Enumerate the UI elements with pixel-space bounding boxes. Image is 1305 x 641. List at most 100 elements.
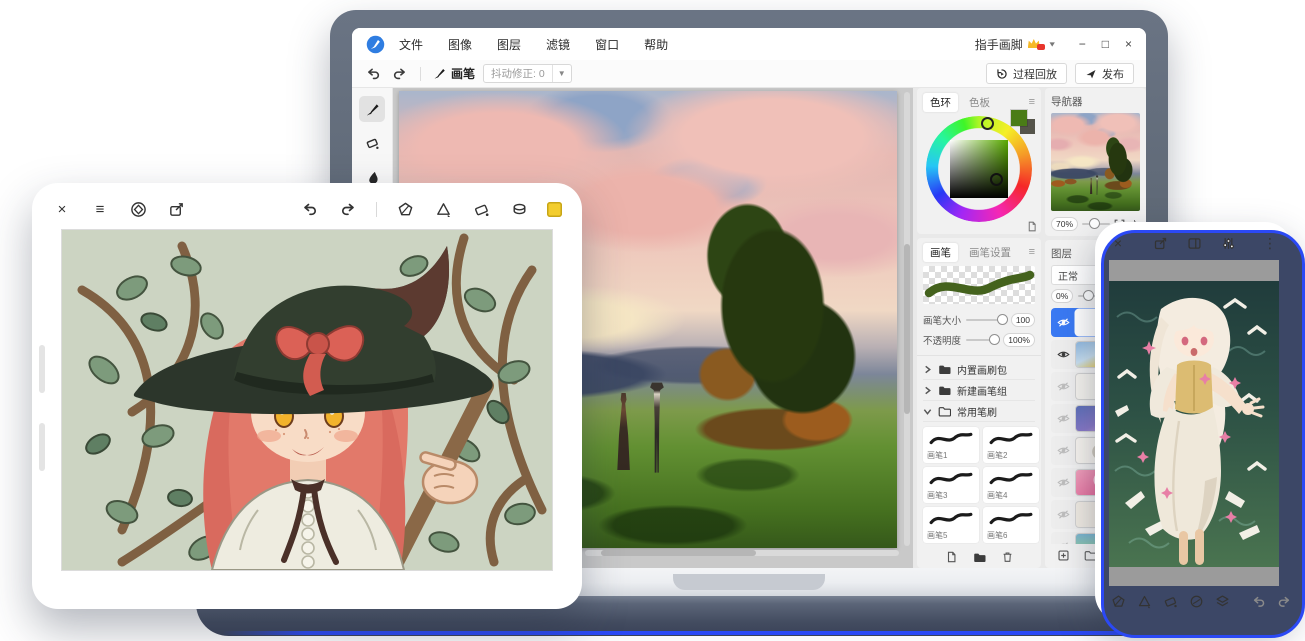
menu-item[interactable]: 窗口 <box>595 36 619 53</box>
foreground-background-swatches[interactable] <box>1011 110 1035 134</box>
redo-icon[interactable] <box>1277 592 1291 610</box>
brush-stroke-icon <box>986 509 1036 527</box>
menu-icon[interactable]: ≡ <box>90 199 110 219</box>
vertical-scrollbar[interactable] <box>904 92 910 546</box>
navigator-thumbnail[interactable] <box>1051 113 1140 211</box>
panel-menu-icon[interactable]: ≡ <box>1029 97 1035 108</box>
blur-icon[interactable] <box>1189 592 1204 610</box>
brush-group-row[interactable]: 新建画笔组 <box>923 380 1035 401</box>
panel-column-color-brush: 色环 色板 ≡ <box>917 88 1041 568</box>
sliders-icon[interactable] <box>1219 234 1237 252</box>
brush-size-row: 画笔大小 100 <box>923 313 1035 327</box>
zoom-slider[interactable] <box>1082 223 1110 225</box>
eye-hidden-icon[interactable] <box>1054 445 1072 456</box>
export-icon[interactable] <box>1151 234 1169 252</box>
replay-icon <box>996 68 1008 80</box>
panel-menu-icon[interactable]: ≡ <box>1029 247 1035 258</box>
brush-group-row[interactable]: 常用笔刷 <box>923 401 1035 422</box>
process-replay-label: 过程回放 <box>1013 66 1057 82</box>
eraser-icon[interactable] <box>471 199 491 219</box>
brush-opacity-value[interactable]: 100% <box>1003 333 1035 347</box>
undo-icon[interactable] <box>1252 592 1266 610</box>
layer-opacity-value[interactable]: 0% <box>1051 289 1073 303</box>
chevron-right-icon[interactable] <box>923 386 932 395</box>
tab-color-wheel[interactable]: 色环 <box>923 93 958 112</box>
tab-brush[interactable]: 画笔 <box>923 243 958 262</box>
minimize-button[interactable]: − <box>1079 38 1086 50</box>
maximize-button[interactable]: □ <box>1102 38 1109 50</box>
foreground-color-swatch[interactable] <box>1011 110 1027 126</box>
publish-button[interactable]: 发布 <box>1075 63 1134 84</box>
brush-group-row[interactable]: 内置画刷包 <box>923 359 1035 380</box>
horizontal-scrollbar-thumb[interactable] <box>601 550 756 556</box>
brush-tile-label: 画笔3 <box>927 490 947 501</box>
kebab-menu-icon[interactable]: ⋮ <box>1261 234 1279 252</box>
tablet-side-button <box>39 423 45 471</box>
brush-tile[interactable]: 画笔4 <box>983 467 1039 503</box>
brush-tile[interactable]: 画笔6 <box>983 507 1039 543</box>
undo-button[interactable] <box>364 66 382 82</box>
close-icon[interactable]: × <box>1109 234 1127 252</box>
tablet-device: × ≡ <box>32 183 582 609</box>
redo-icon[interactable] <box>338 199 358 219</box>
close-icon[interactable]: × <box>52 199 72 219</box>
brush-tile[interactable]: 画笔1 <box>923 427 979 463</box>
tablet-canvas[interactable] <box>62 230 552 570</box>
layers-panel-icon[interactable] <box>1185 234 1203 252</box>
menu-item[interactable]: 滤镜 <box>546 36 570 53</box>
folder-icon <box>938 364 951 375</box>
pen-icon[interactable] <box>433 199 453 219</box>
new-brush-icon[interactable] <box>946 551 957 563</box>
new-swatch-icon[interactable] <box>1027 221 1037 232</box>
sv-handle[interactable] <box>990 173 1003 186</box>
eye-hidden-icon[interactable] <box>1054 317 1072 328</box>
export-icon[interactable] <box>166 199 186 219</box>
phone-canvas[interactable] <box>1109 260 1279 586</box>
close-button[interactable]: × <box>1125 38 1132 50</box>
brush-tool-button[interactable] <box>359 96 385 122</box>
account-menu[interactable]: 指手画脚 ▼ <box>975 36 1057 53</box>
folder-icon[interactable] <box>973 552 986 563</box>
trash-icon[interactable] <box>1002 551 1013 563</box>
menu-item[interactable]: 文件 <box>399 36 423 53</box>
eraser-icon[interactable] <box>1163 592 1178 610</box>
color-swatch[interactable] <box>547 202 562 217</box>
eye-hidden-icon[interactable] <box>1054 381 1072 392</box>
undo-icon[interactable] <box>300 199 320 219</box>
new-layer-icon[interactable] <box>1057 549 1070 562</box>
settings-icon[interactable] <box>128 199 148 219</box>
hue-handle[interactable] <box>981 117 994 130</box>
smudge-icon[interactable] <box>509 199 529 219</box>
eraser-tool-button[interactable] <box>359 130 385 156</box>
menu-item[interactable]: 图像 <box>448 36 472 53</box>
tab-brush-settings[interactable]: 画笔设置 <box>962 243 1018 262</box>
eye-hidden-icon[interactable] <box>1054 413 1072 424</box>
selection-icon[interactable] <box>395 199 415 219</box>
stabilize-dropdown[interactable]: 抖动修正: 0 ▼ <box>483 64 572 83</box>
current-tool[interactable]: 画笔 <box>433 65 475 82</box>
vertical-scrollbar-thumb[interactable] <box>904 244 910 414</box>
brush-size-value[interactable]: 100 <box>1011 313 1035 327</box>
menu-item[interactable]: 帮助 <box>644 36 668 53</box>
pen-icon[interactable] <box>1137 592 1152 610</box>
chevron-down-icon[interactable] <box>923 407 932 416</box>
chevron-down-icon: ▼ <box>1048 40 1057 48</box>
brush-size-slider[interactable] <box>966 319 1006 321</box>
brush-opacity-slider[interactable] <box>966 339 998 341</box>
eye-hidden-icon[interactable] <box>1054 509 1072 520</box>
brush-tile[interactable]: 画笔2 <box>983 427 1039 463</box>
redo-button[interactable] <box>390 66 408 82</box>
eye-hidden-icon[interactable] <box>1054 477 1072 488</box>
menu-item[interactable]: 图层 <box>497 36 521 53</box>
selection-icon[interactable] <box>1111 592 1126 610</box>
tab-color-swatches[interactable]: 色板 <box>962 93 997 112</box>
brush-tile[interactable]: 画笔3 <box>923 467 979 503</box>
saturation-value-square[interactable] <box>950 140 1008 198</box>
layers-icon[interactable] <box>1215 592 1230 610</box>
eye-visible-icon[interactable] <box>1054 349 1072 360</box>
zoom-value[interactable]: 70% <box>1051 217 1078 231</box>
process-replay-button[interactable]: 过程回放 <box>986 63 1067 84</box>
brush-tile[interactable]: 画笔5 <box>923 507 979 543</box>
horizontal-scrollbar[interactable] <box>585 550 899 556</box>
chevron-right-icon[interactable] <box>923 365 932 374</box>
